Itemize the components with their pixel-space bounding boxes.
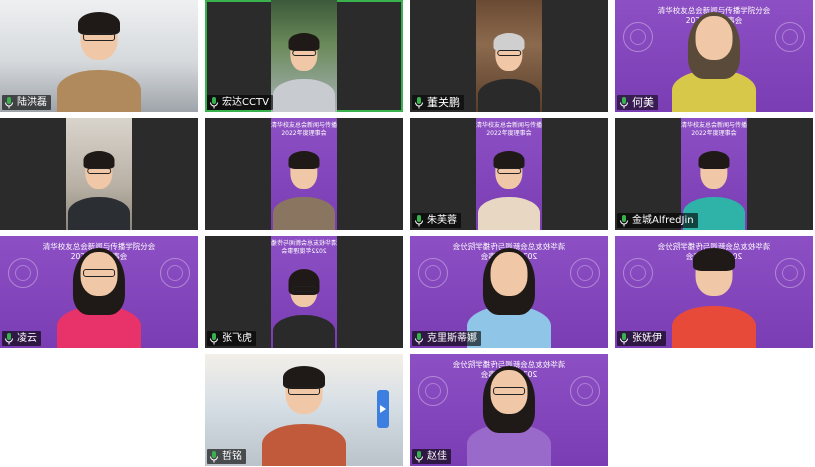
participant-video bbox=[57, 12, 141, 112]
meeting-banner: 清华校友总会新闻与传播学院分会2022年度理事会 bbox=[271, 122, 337, 138]
mic-icon bbox=[620, 214, 628, 226]
university-seal-icon bbox=[775, 258, 805, 288]
video-tile-13[interactable]: 哲铭 bbox=[205, 354, 403, 466]
mic-icon bbox=[415, 96, 423, 108]
participant-video bbox=[672, 12, 756, 112]
meeting-banner: 清华校友总会新闻与传播学院分会2022年度理事会 bbox=[681, 122, 747, 138]
participant-name: 朱芙蓉 bbox=[427, 215, 457, 226]
participant-name-label: 陆洪磊 bbox=[2, 95, 51, 110]
university-seal-icon bbox=[418, 258, 448, 288]
banner-line-2: 2022年度理事会 bbox=[486, 130, 532, 137]
participant-name-label: 董关鹏 bbox=[412, 95, 464, 110]
participant-name-label: 何美 bbox=[617, 95, 658, 110]
participant-name-label: 张妩伊 bbox=[617, 331, 666, 346]
participant-name-label: 宏达CCTV bbox=[207, 95, 273, 110]
video-tile-12[interactable]: 清华校友总会新闻与传播学院分会2022年度理事会 张妩伊 bbox=[615, 236, 813, 348]
meeting-banner: 清华校友总会新闻与传播学院分会2022年度理事会 bbox=[476, 122, 542, 138]
participant-name: 何美 bbox=[632, 96, 654, 109]
university-seal-icon bbox=[623, 258, 653, 288]
banner-line-1: 清华校友总会新闻与传播学院分会 bbox=[476, 122, 542, 129]
video-tile-7[interactable]: 清华校友总会新闻与传播学院分会2022年度理事会 朱芙蓉 bbox=[410, 118, 608, 230]
mic-icon bbox=[210, 96, 218, 108]
participant-name: 董关鹏 bbox=[427, 96, 460, 109]
mic-icon bbox=[415, 214, 423, 226]
participant-video bbox=[478, 32, 540, 112]
participant-name-label: 哲铭 bbox=[207, 449, 246, 464]
video-tile-14[interactable]: 清华校友总会新闻与传播学院分会2022年度理事会 赵佳 bbox=[410, 354, 608, 466]
mic-icon bbox=[5, 96, 13, 108]
video-tile-9[interactable]: 清华校友总会新闻与传播学院分会2022年度理事会 凌云 bbox=[0, 236, 198, 348]
participant-video bbox=[467, 366, 551, 466]
video-feed: 清华校友总会新闻与传播学院分会2022年度理事会 bbox=[476, 118, 542, 230]
banner-line-1: 清华校友总会新闻与传播学院分会 bbox=[271, 240, 337, 247]
participant-name: 张飞虎 bbox=[222, 333, 252, 344]
mic-icon bbox=[210, 332, 218, 344]
banner-line-1: 清华校友总会新闻与传播学院分会 bbox=[271, 122, 337, 129]
video-tile-10[interactable]: 清华校友总会新闻与传播学院分会2022年度理事会 张飞虎 bbox=[205, 236, 403, 348]
video-feed: 清华校友总会新闻与传播学院分会2022年度理事会 bbox=[271, 118, 337, 230]
university-seal-icon bbox=[775, 22, 805, 52]
participant-name: 克里斯蒂娜 bbox=[427, 333, 477, 344]
participant-video bbox=[273, 150, 335, 230]
video-tile-8[interactable]: 清华校友总会新闻与传播学院分会2022年度理事会 金城AlfredJin bbox=[615, 118, 813, 230]
video-feed bbox=[66, 118, 132, 230]
video-feed bbox=[476, 0, 542, 112]
video-tile-4[interactable]: 清华校友总会新闻与传播学院分会2022年度理事会 何美 bbox=[615, 0, 813, 112]
mic-icon bbox=[620, 332, 628, 344]
mic-icon bbox=[620, 96, 628, 108]
meeting-banner-mirrored: 清华校友总会新闻与传播学院分会2022年度理事会 bbox=[271, 240, 337, 256]
video-tile-5[interactable] bbox=[0, 118, 198, 230]
banner-line-2: 2022年度理事会 bbox=[281, 248, 327, 255]
participant-video bbox=[273, 32, 335, 112]
participant-name: 哲铭 bbox=[222, 451, 242, 462]
participant-name-label: 金城AlfredJin bbox=[617, 213, 698, 228]
video-feed bbox=[271, 0, 337, 112]
mic-icon bbox=[415, 332, 423, 344]
participant-name: 赵佳 bbox=[427, 451, 447, 462]
university-seal-icon bbox=[570, 258, 600, 288]
participant-name: 张妩伊 bbox=[632, 333, 662, 344]
mic-icon bbox=[210, 450, 218, 462]
participant-name: 陆洪磊 bbox=[17, 97, 47, 108]
participant-name-label: 赵佳 bbox=[412, 449, 451, 464]
participant-video bbox=[57, 248, 141, 348]
participant-video bbox=[262, 366, 346, 466]
university-seal-icon bbox=[160, 258, 190, 288]
video-feed: 清华校友总会新闻与传播学院分会2022年度理事会 bbox=[271, 236, 337, 348]
participant-name-label: 克里斯蒂娜 bbox=[412, 331, 481, 346]
banner-line-2: 2022年度理事会 bbox=[281, 130, 327, 137]
university-seal-icon bbox=[623, 22, 653, 52]
university-seal-icon bbox=[570, 376, 600, 406]
participant-name: 宏达CCTV bbox=[222, 97, 269, 108]
mic-icon bbox=[415, 450, 423, 462]
participant-video bbox=[273, 268, 335, 348]
banner-line-1: 清华校友总会新闻与传播学院分会 bbox=[681, 122, 747, 129]
participant-name-label: 朱芙蓉 bbox=[412, 213, 461, 228]
participant-video bbox=[68, 150, 130, 230]
university-seal-icon bbox=[418, 376, 448, 406]
participant-name: 金城AlfredJin bbox=[632, 215, 694, 226]
banner-line-2: 2022年度理事会 bbox=[691, 130, 737, 137]
participant-video bbox=[672, 248, 756, 348]
participant-name-label: 凌云 bbox=[2, 331, 41, 346]
video-tile-6[interactable]: 清华校友总会新闻与传播学院分会2022年度理事会 bbox=[205, 118, 403, 230]
video-tile-2[interactable]: 宏达CCTV bbox=[205, 0, 403, 112]
video-tile-1[interactable]: 陆洪磊 bbox=[0, 0, 198, 112]
participant-name-label: 张飞虎 bbox=[207, 331, 256, 346]
participant-name: 凌云 bbox=[17, 333, 37, 344]
university-seal-icon bbox=[8, 258, 38, 288]
mic-icon bbox=[5, 332, 13, 344]
video-tile-3[interactable]: 董关鹏 bbox=[410, 0, 608, 112]
video-tile-11[interactable]: 清华校友总会新闻与传播学院分会2022年度理事会 克里斯蒂娜 bbox=[410, 236, 608, 348]
participant-video bbox=[478, 150, 540, 230]
side-panel-toggle-button[interactable] bbox=[377, 390, 389, 428]
